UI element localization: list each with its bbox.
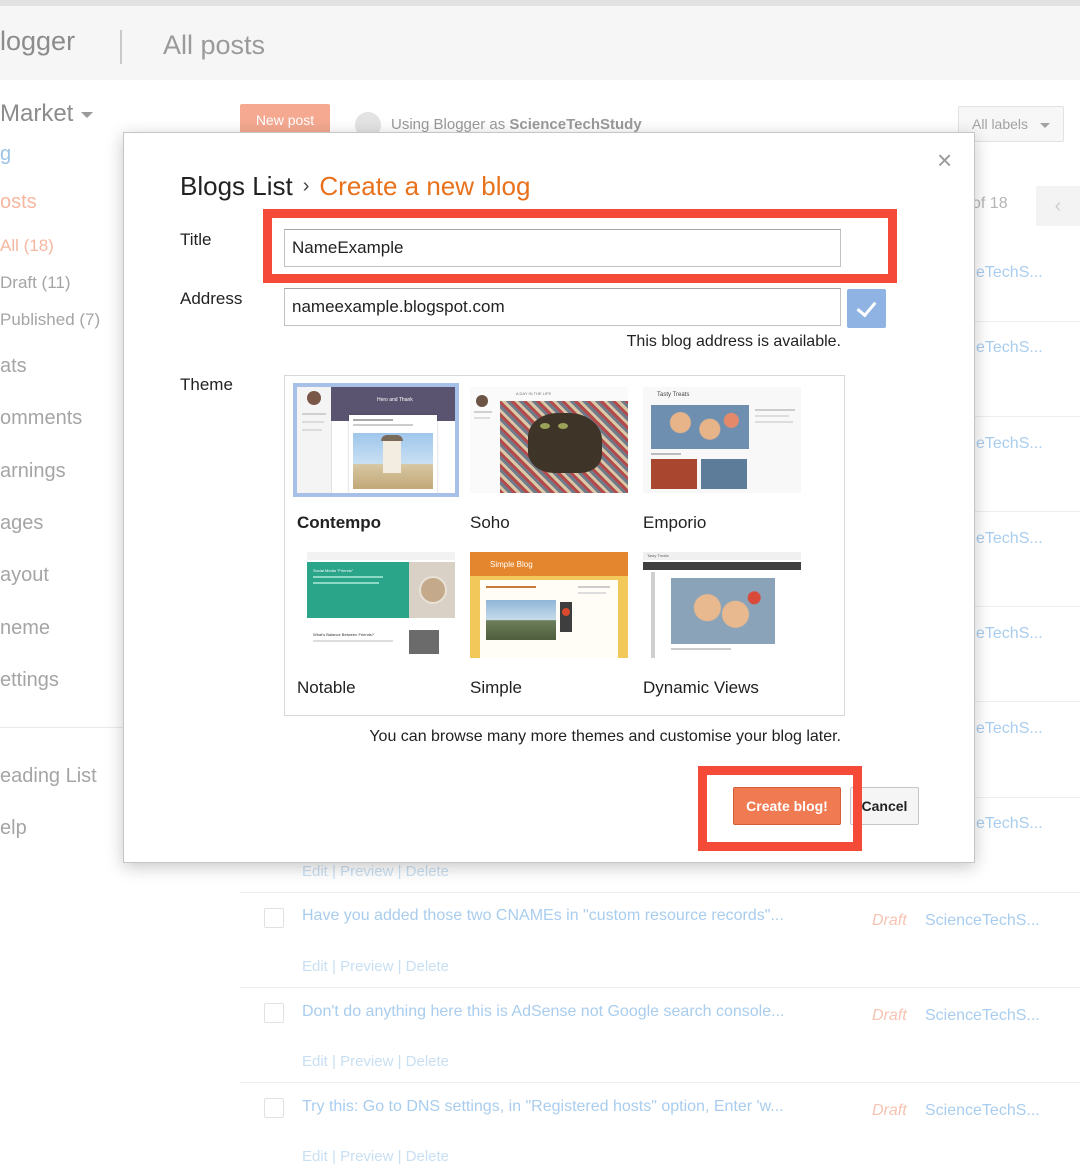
title-input[interactable] <box>284 229 841 267</box>
address-label: Address <box>180 289 243 308</box>
title-label: Title <box>180 230 212 249</box>
row-checkbox[interactable] <box>264 1098 284 1118</box>
row-divider <box>240 1082 1080 1083</box>
sidebar-item-reading-list[interactable]: eading List <box>0 765 97 788</box>
sidebar-item-pages[interactable]: ages <box>0 512 43 535</box>
post-author[interactable]: eTechS... <box>976 815 1043 833</box>
post-author[interactable]: eTechS... <box>976 530 1043 548</box>
sidebar-item-all[interactable]: All (18) <box>0 236 54 256</box>
post-author[interactable]: eTechS... <box>976 720 1043 738</box>
sidebar-item-help[interactable]: elp <box>0 817 27 840</box>
thumb-header-text: Social Media "Friends" <box>313 568 354 573</box>
using-prefix: Using Blogger as <box>391 115 506 133</box>
theme-name: Contempo <box>297 513 382 532</box>
page-title: All posts <box>163 30 266 60</box>
theme-contempo[interactable]: Hero and Thank Contempo <box>293 383 459 532</box>
thumb-subheader-text: What's Balance Between Friends? <box>313 632 375 637</box>
theme-name: Simple <box>470 678 522 697</box>
post-author[interactable]: ScienceTechS... <box>925 1102 1040 1120</box>
blog-name: Market <box>0 100 74 127</box>
post-author[interactable]: ScienceTechS... <box>925 912 1040 930</box>
theme-name: Notable <box>297 678 356 697</box>
post-status: Draft <box>872 912 907 929</box>
theme-notable[interactable]: Social Media "Friends" What's Balance Be… <box>293 548 459 697</box>
post-author[interactable]: eTechS... <box>976 264 1043 282</box>
post-actions[interactable]: Edit | Preview | Delete <box>302 958 449 975</box>
close-icon[interactable]: × <box>937 147 952 173</box>
row-divider <box>240 987 1080 988</box>
theme-thumbnail[interactable]: Simple Blog <box>466 548 632 662</box>
post-status: Draft <box>872 1102 907 1119</box>
labels-dropdown-label: All labels <box>972 116 1029 132</box>
post-title[interactable]: Try this: Go to DNS settings, in "Regist… <box>302 1098 784 1116</box>
chevron-right-icon: › <box>302 175 310 197</box>
theme-thumbnail[interactable]: Hero and Thank <box>293 383 459 497</box>
theme-soho[interactable]: A DAY IN THE LIFE Soho <box>466 383 632 532</box>
thumb-header-text: A DAY IN THE LIFE <box>516 391 552 396</box>
blog-selector[interactable]: Market <box>0 100 94 128</box>
address-input[interactable] <box>284 288 841 326</box>
sidebar-item-posts[interactable]: osts <box>0 191 37 214</box>
theme-thumbnail[interactable]: A DAY IN THE LIFE <box>466 383 632 497</box>
top-bar: logger All posts <box>0 0 1080 80</box>
chevron-down-icon <box>81 111 94 118</box>
sidebar-item-published[interactable]: Published (7) <box>0 310 100 330</box>
theme-picker: Hero and Thank Contempo A DAY IN THE LIF… <box>284 375 845 716</box>
sidebar-item-theme[interactable]: neme <box>0 617 50 640</box>
theme-name: Soho <box>470 513 510 532</box>
sidebar-item-draft[interactable]: Draft (11) <box>0 273 71 293</box>
post-actions[interactable]: Edit | Preview | Delete <box>302 1053 449 1070</box>
cancel-button[interactable]: Cancel <box>850 787 919 825</box>
browse-themes-note: You can browse many more themes and cust… <box>369 728 841 745</box>
blogger-logo[interactable]: logger <box>0 26 75 57</box>
theme-emporio[interactable]: Tasty Treats Emporio <box>639 383 805 532</box>
thumb-header-text: Simple Blog <box>490 560 533 569</box>
theme-thumbnail[interactable]: Social Media "Friends" What's Balance Be… <box>293 548 459 662</box>
breadcrumb-blogs-list[interactable]: Blogs List <box>180 171 293 201</box>
post-author[interactable]: eTechS... <box>976 435 1043 453</box>
post-author[interactable]: ScienceTechS... <box>925 1007 1040 1025</box>
sidebar-item-settings[interactable]: ettings <box>0 669 59 692</box>
thumb-header-text: Hero and Thank <box>377 397 413 403</box>
theme-thumbnail[interactable]: Tasty Treats <box>639 548 805 662</box>
row-checkbox[interactable] <box>264 1003 284 1023</box>
theme-name: Emporio <box>643 513 707 532</box>
theme-thumbnail[interactable]: Tasty Treats <box>639 383 805 497</box>
thumb-header-text: Tasty Treats <box>657 392 690 398</box>
chevron-left-icon[interactable]: ‹ <box>1036 186 1080 226</box>
post-author[interactable]: eTechS... <box>976 339 1043 357</box>
chevron-down-icon <box>1040 122 1051 128</box>
theme-simple[interactable]: Simple Blog Simple <box>466 548 632 697</box>
theme-dynamic-views[interactable]: Tasty Treats Dynamic Views <box>639 548 805 697</box>
sidebar-item-earnings[interactable]: arnings <box>0 460 66 483</box>
thumb-header-text: Tasty Treats <box>647 553 669 558</box>
post-title[interactable]: Don't do anything here this is AdSense n… <box>302 1003 784 1021</box>
sidebar-item-comments[interactable]: omments <box>0 407 82 430</box>
breadcrumb: Blogs List › Create a new blog <box>180 171 530 202</box>
sidebar-item-layout[interactable]: ayout <box>0 564 49 587</box>
post-actions[interactable]: Edit | Preview | Delete <box>302 863 449 880</box>
theme-label: Theme <box>180 375 233 394</box>
sidebar-item-view-blog[interactable]: g <box>0 143 11 166</box>
address-status: This blog address is available. <box>626 333 841 350</box>
post-author[interactable]: eTechS... <box>976 625 1043 643</box>
breadcrumb-current: Create a new blog <box>319 171 531 201</box>
row-checkbox[interactable] <box>264 908 284 928</box>
post-title[interactable]: Have you added those two CNAMEs in "cust… <box>302 907 784 925</box>
post-status: Draft <box>872 1007 907 1024</box>
account-name: ScienceTechStudy <box>509 115 642 133</box>
theme-name: Dynamic Views <box>643 678 759 697</box>
check-icon[interactable] <box>847 289 886 328</box>
page-count: of 18 <box>972 195 1008 212</box>
create-blog-button[interactable]: Create blog! <box>733 787 841 825</box>
header-divider <box>120 30 122 64</box>
sidebar-item-stats[interactable]: ats <box>0 355 27 378</box>
create-blog-dialog: × Blogs List › Create a new blog Title Add… <box>123 132 975 863</box>
row-divider <box>240 892 1080 893</box>
post-actions[interactable]: Edit | Preview | Delete <box>302 1148 449 1165</box>
